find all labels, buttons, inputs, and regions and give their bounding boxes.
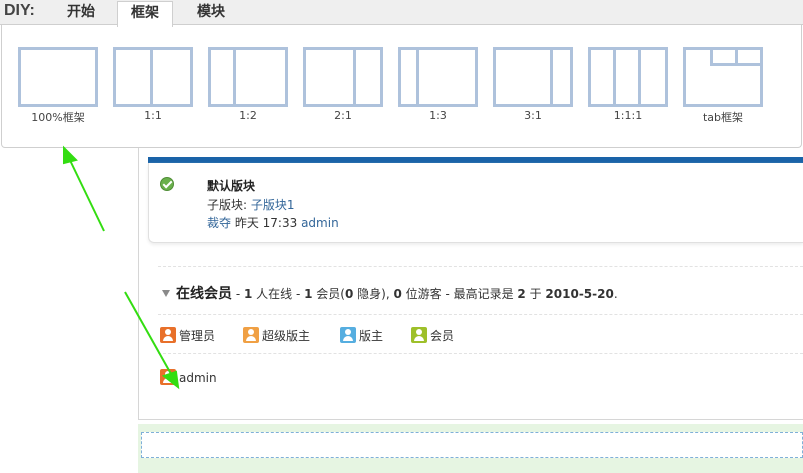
check-icon — [160, 177, 174, 191]
last-post-link[interactable]: 裁夺 — [207, 216, 231, 230]
frame-1-1-1-icon — [588, 47, 668, 107]
tab-frame[interactable]: 框架 — [117, 1, 173, 27]
frame-3-1[interactable]: 3:1 — [493, 47, 573, 127]
online-record-date: 2010-5-20 — [545, 287, 614, 301]
arrow-line — [66, 153, 105, 232]
online-stats: 在线会员 - 1 人在线 - 1 会员(0 隐身), 0 位游客 - 最高记录是… — [162, 283, 618, 303]
frame-label: 2:1 — [334, 109, 352, 122]
diy-label: DIY: — [4, 2, 35, 19]
legend-item-member: 会员 — [411, 327, 454, 344]
frame-1-3-icon — [398, 47, 478, 107]
collapse-triangle-icon[interactable] — [162, 290, 170, 297]
legend-item-admin: 管理员 — [160, 327, 215, 344]
frame-1-1-1[interactable]: 1:1:1 — [588, 47, 668, 127]
tab-module[interactable]: 模块 — [180, 1, 242, 25]
frame-label: 1:2 — [239, 109, 257, 122]
last-post-user-link[interactable]: admin — [301, 216, 339, 230]
divider — [158, 353, 803, 354]
frame-label: 1:3 — [429, 109, 447, 122]
frame-label: 1:1 — [144, 109, 162, 122]
frame-label: 1:1:1 — [613, 109, 643, 122]
frame-1-1[interactable]: 1:1 — [113, 47, 193, 127]
frame-3-1-icon — [493, 47, 573, 107]
admin-user-icon — [160, 327, 176, 343]
frame-2-1[interactable]: 2:1 — [303, 47, 383, 127]
frame-100-percent[interactable]: 100%框架 — [18, 47, 98, 127]
frame-label: 100%框架 — [31, 111, 85, 124]
last-post-row: 裁夺 昨天 17:33 admin — [207, 214, 339, 231]
last-post-time: 昨天 17:33 — [234, 216, 298, 230]
moderator-icon — [340, 327, 356, 343]
frame-label: tab框架 — [702, 111, 744, 124]
frame-2-1-icon — [303, 47, 383, 107]
online-user-admin[interactable]: admin — [160, 369, 217, 385]
admin-user-icon — [160, 369, 176, 385]
divider — [158, 266, 803, 267]
online-user-name[interactable]: admin — [179, 371, 217, 385]
subforum-link[interactable]: 子版块1 — [251, 198, 295, 212]
tab-start[interactable]: 开始 — [50, 1, 112, 25]
frames-panel: 100%框架 1:1 1:2 2:1 1:3 3:1 1:1:1 tab框架 — [1, 25, 802, 148]
legend-item-moderator: 版主 — [340, 327, 383, 344]
frame-1-2[interactable]: 1:2 — [208, 47, 288, 127]
online-record: 2 — [517, 287, 526, 301]
frame-label: 3:1 — [524, 109, 542, 122]
frame-100-percent-icon — [18, 47, 98, 107]
member-icon — [411, 327, 427, 343]
legend-item-super-moderator: 超级版主 — [243, 327, 310, 344]
online-guests: 0 — [393, 287, 402, 301]
frame-tab[interactable]: tab框架 — [683, 47, 763, 127]
subforum-row: 子版块: 子版块1 — [207, 196, 295, 213]
forum-title[interactable]: 默认版块 — [207, 177, 255, 194]
diy-drop-zone[interactable] — [141, 432, 803, 458]
super-moderator-icon — [243, 327, 259, 343]
divider — [158, 314, 803, 315]
arrow-head — [63, 145, 78, 165]
frame-1-3[interactable]: 1:3 — [398, 47, 478, 127]
frame-tab-icon — [683, 47, 763, 107]
diy-toolbar: DIY: 开始 框架 模块 — [0, 0, 803, 27]
frame-1-1-icon — [113, 47, 193, 107]
subforum-label: 子版块: — [207, 198, 248, 212]
frame-1-2-icon — [208, 47, 288, 107]
online-title: 在线会员 — [176, 286, 232, 302]
